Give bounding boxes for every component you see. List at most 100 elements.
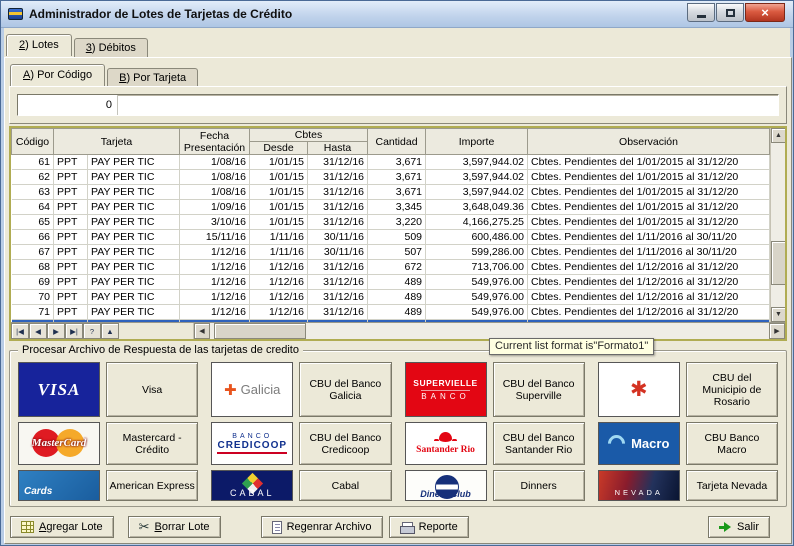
table-row[interactable]: 64PPTPAY PER TIC1/09/161/01/1531/12/163,…	[12, 200, 770, 215]
table-row[interactable]: 62PPTPAY PER TIC1/08/161/01/1531/12/163,…	[12, 170, 770, 185]
diners-logo-icon: Diners Club	[405, 470, 487, 501]
cell-fecha: 15/11/16	[180, 230, 250, 245]
table-row[interactable]: 72PPTPAY PER TIC1/01/171/01/001/01/173,8…	[12, 320, 770, 323]
borrar-lote-button[interactable]: Borrar Lote	[128, 516, 221, 538]
nav-edit-button[interactable]: ▲	[101, 323, 119, 339]
salir-button[interactable]: Salir	[708, 516, 770, 538]
table-row[interactable]: 66PPTPAY PER TIC15/11/161/11/1630/11/165…	[12, 230, 770, 245]
cell-hasta: 30/11/16	[308, 245, 368, 260]
cell-importe: 549,976.00	[426, 290, 528, 305]
card-pair-galicia: GaliciaCBU del Banco Galicia	[211, 362, 391, 417]
horizontal-scroll-thumb[interactable]	[214, 323, 306, 339]
exit-icon	[719, 521, 732, 533]
cabal-button[interactable]: Cabal	[299, 470, 391, 501]
table-row[interactable]: 63PPTPAY PER TIC1/08/161/01/1531/12/163,…	[12, 185, 770, 200]
col-header-cantidad[interactable]: Cantidad	[368, 129, 426, 155]
supervielle-button[interactable]: CBU del Banco Superville	[493, 362, 585, 417]
nav-last-button[interactable]: ▶|	[65, 323, 83, 339]
minimize-button[interactable]	[687, 3, 715, 22]
cell-fecha: 1/12/16	[180, 275, 250, 290]
santander-button[interactable]: CBU del Banco Santander Rio	[493, 422, 585, 465]
card-pair-diners: Diners Club Dinners	[405, 470, 585, 501]
sub-tab-1[interactable]: A) Por Código	[10, 64, 105, 86]
cell-tarjeta: PAY PER TIC	[88, 320, 180, 323]
cell-observacion: Cbtes. Pendientes del 1/12/2016 al 31/12…	[528, 275, 770, 290]
scroll-up-button[interactable]: ▲	[771, 128, 785, 143]
cell-tarjeta: PAY PER TIC	[88, 260, 180, 275]
cell-codigo: 65	[12, 215, 54, 230]
reporte-button[interactable]: Reporte	[389, 516, 469, 538]
printer-icon	[400, 522, 414, 533]
lotes-grid: Código Tarjeta Fecha Presentación Cbtes …	[11, 128, 770, 322]
nav-prior-button[interactable]: ◀	[29, 323, 47, 339]
nav-next-button[interactable]: ▶	[47, 323, 65, 339]
table-row[interactable]: 69PPTPAY PER TIC1/12/161/12/1631/12/1648…	[12, 275, 770, 290]
scroll-down-button[interactable]: ▼	[771, 307, 785, 322]
galicia-button[interactable]: CBU del Banco Galicia	[299, 362, 391, 417]
visa-button[interactable]: Visa	[106, 362, 198, 417]
table-row[interactable]: 61PPTPAY PER TIC1/08/161/01/1531/12/163,…	[12, 155, 770, 170]
page-icon	[272, 521, 282, 534]
amex-button[interactable]: American Express	[106, 470, 198, 501]
table-row[interactable]: 65PPTPAY PER TIC3/10/161/01/1531/12/163,…	[12, 215, 770, 230]
cell-cantidad: 489	[368, 275, 426, 290]
grid-body: 61PPTPAY PER TIC1/08/161/01/1531/12/163,…	[12, 155, 770, 323]
card-pair-credicoop: BANCOCREDICOOPCBU del Banco Credicoop	[211, 422, 391, 465]
nav-help-button[interactable]: ?	[83, 323, 101, 339]
cell-fecha: 1/12/16	[180, 290, 250, 305]
table-row[interactable]: 71PPTPAY PER TIC1/12/161/12/1631/12/1648…	[12, 305, 770, 320]
cell-cantidad: 3,220	[368, 215, 426, 230]
cell-observacion: Cbtes. Pendientes del 1/01/2015 al 31/12…	[528, 215, 770, 230]
logo-text: Macro	[631, 436, 669, 451]
vertical-scroll-thumb[interactable]	[771, 241, 785, 285]
diners-button[interactable]: Dinners	[493, 470, 585, 501]
cell-codigo: 67	[12, 245, 54, 260]
card-pair-visa: VISAVisa	[18, 362, 198, 417]
horizontal-scroll-track[interactable]	[210, 323, 769, 339]
regenerar-archivo-button[interactable]: Regenrar Archivo	[261, 516, 383, 538]
col-header-hasta[interactable]: Hasta	[308, 142, 368, 155]
rosario-button[interactable]: CBU del Municipio de Rosario	[686, 362, 778, 417]
vertical-scrollbar[interactable]: ▲ ▼	[770, 128, 785, 322]
sub-tab-2[interactable]: B) Por Tarjeta	[107, 68, 198, 88]
scroll-left-button[interactable]: ◀	[194, 323, 210, 339]
maximize-button[interactable]	[716, 3, 744, 22]
credicoop-button[interactable]: CBU del Banco Credicoop	[299, 422, 391, 465]
col-header-fecha[interactable]: Fecha Presentación	[180, 129, 250, 155]
cell-hasta: 31/12/16	[308, 215, 368, 230]
button-label: Salir	[737, 521, 759, 533]
col-header-cbtes[interactable]: Cbtes	[250, 129, 368, 142]
logo-text: CABAL	[212, 488, 292, 498]
nav-first-button[interactable]: |◀	[11, 323, 29, 339]
code-filter-input[interactable]	[18, 95, 118, 115]
col-header-tarjeta[interactable]: Tarjeta	[54, 129, 180, 155]
macro-button[interactable]: CBU Banco Macro	[686, 422, 778, 465]
mastercard-button[interactable]: Mastercard - Crédito	[106, 422, 198, 465]
main-tab-1[interactable]: 2) Lotes	[6, 34, 72, 56]
col-header-importe[interactable]: Importe	[426, 129, 528, 155]
col-header-codigo[interactable]: Código	[12, 129, 54, 155]
cell-hasta: 30/11/16	[308, 230, 368, 245]
cell-importe: 549,976.00	[426, 305, 528, 320]
nevada-button[interactable]: Tarjeta Nevada	[686, 470, 778, 501]
scroll-right-button[interactable]: ▶	[769, 323, 785, 339]
col-header-observacion[interactable]: Observación	[528, 129, 770, 155]
cell-fecha: 1/08/16	[180, 185, 250, 200]
navigator-spacer	[119, 323, 193, 339]
logo-text: Diners Club	[406, 489, 486, 499]
cell-abrev: PPT	[54, 305, 88, 320]
horizontal-scrollbar[interactable]: ◀ ▶	[193, 323, 785, 339]
agregar-lote-button[interactable]: Agregar Lote	[10, 516, 114, 538]
close-button[interactable]: ×	[745, 3, 785, 22]
col-header-desde[interactable]: Desde	[250, 142, 308, 155]
table-row[interactable]: 70PPTPAY PER TIC1/12/161/12/1631/12/1648…	[12, 290, 770, 305]
cell-abrev: PPT	[54, 170, 88, 185]
cell-observacion: Cbtes. Pendientes del 1/01/2000 al 1/01/…	[528, 320, 770, 323]
table-row[interactable]: 68PPTPAY PER TIC1/12/161/12/1631/12/1667…	[12, 260, 770, 275]
vertical-scroll-track[interactable]	[771, 143, 785, 307]
cell-hasta: 31/12/16	[308, 170, 368, 185]
table-row[interactable]: 67PPTPAY PER TIC1/12/161/11/1630/11/1650…	[12, 245, 770, 260]
main-tab-2[interactable]: 3) Débitos	[74, 38, 148, 58]
nevada-logo-icon: NEVADA	[598, 470, 680, 501]
cell-desde: 1/01/15	[250, 185, 308, 200]
